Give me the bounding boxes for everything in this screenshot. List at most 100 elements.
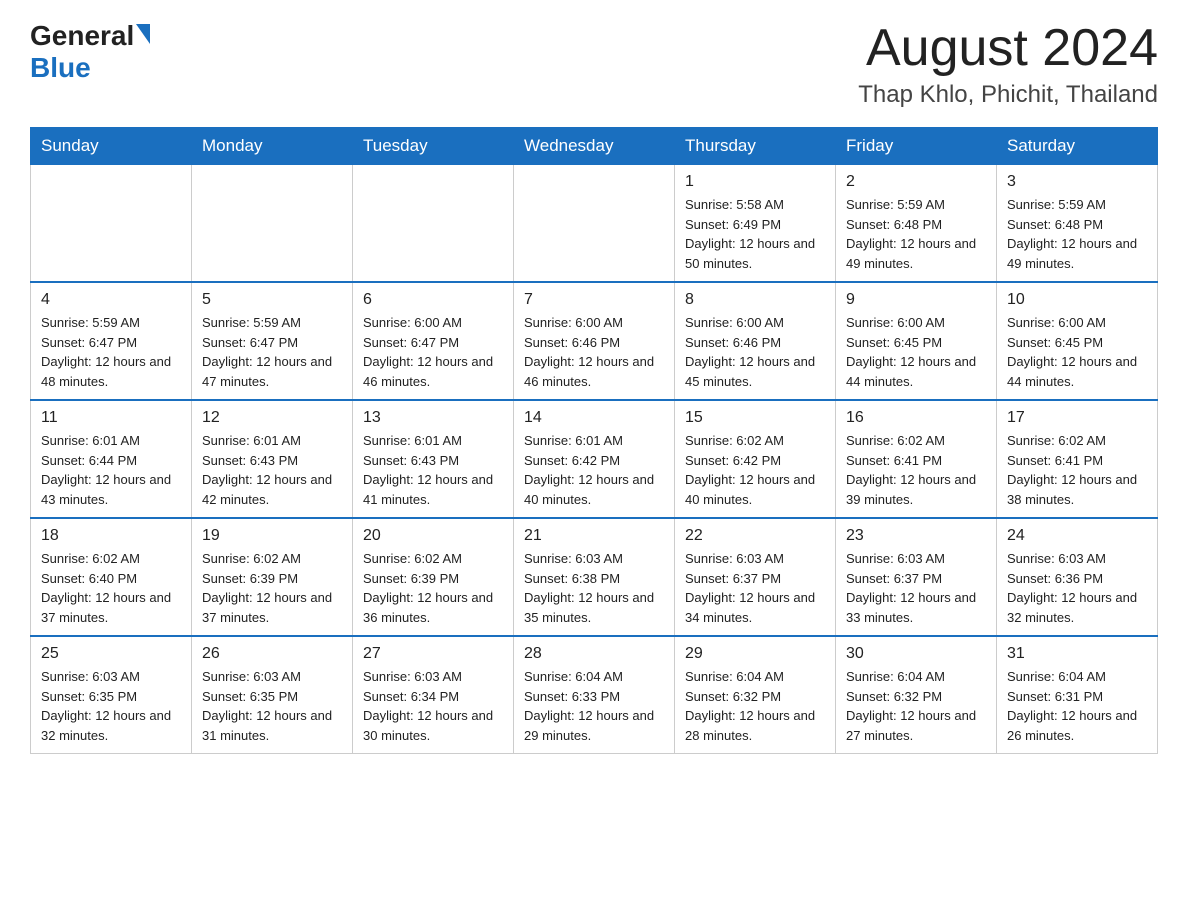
calendar-week-row: 18 Sunrise: 6:02 AM Sunset: 6:40 PM Dayli… (31, 518, 1158, 636)
calendar-cell (353, 165, 514, 283)
day-info: Sunrise: 6:04 AM Sunset: 6:33 PM Dayligh… (524, 667, 664, 745)
page-header: General Blue August 2024 Thap Khlo, Phic… (30, 20, 1158, 109)
day-number: 18 (41, 527, 181, 545)
location-title: Thap Khlo, Phichit, Thailand (858, 81, 1158, 109)
calendar-cell: 3 Sunrise: 5:59 AM Sunset: 6:48 PM Daylig… (997, 165, 1158, 283)
day-number: 23 (846, 527, 986, 545)
calendar-cell: 21Sunrise: 6:03 AM Sunset: 6:38 PM Dayli… (514, 518, 675, 636)
calendar-cell: 14Sunrise: 6:01 AM Sunset: 6:42 PM Dayli… (514, 400, 675, 518)
calendar-cell: 5 Sunrise: 5:59 AM Sunset: 6:47 PM Daylig… (192, 282, 353, 400)
day-number: 10 (1007, 291, 1147, 309)
day-info: Sunrise: 6:01 AM Sunset: 6:43 PM Dayligh… (363, 431, 503, 509)
day-info: Sunrise: 6:04 AM Sunset: 6:32 PM Dayligh… (846, 667, 986, 745)
day-info: Sunrise: 6:02 AM Sunset: 6:40 PM Dayligh… (41, 549, 181, 627)
day-info: Sunrise: 6:03 AM Sunset: 6:35 PM Dayligh… (202, 667, 342, 745)
calendar-header-row: SundayMondayTuesdayWednesdayThursdayFrid… (31, 128, 1158, 165)
calendar-cell (31, 165, 192, 283)
day-number: 27 (363, 645, 503, 663)
day-info: Sunrise: 6:00 AM Sunset: 6:47 PM Dayligh… (363, 313, 503, 391)
day-of-week-friday: Friday (836, 128, 997, 165)
day-number: 29 (685, 645, 825, 663)
calendar-cell: 17 Sunrise: 6:02 AM Sunset: 6:41 PM Dayli… (997, 400, 1158, 518)
day-info: Sunrise: 6:04 AM Sunset: 6:31 PM Dayligh… (1007, 667, 1147, 745)
day-number: 7 (524, 291, 664, 309)
day-of-week-tuesday: Tuesday (353, 128, 514, 165)
day-number: 4 (41, 291, 181, 309)
day-number: 25 (41, 645, 181, 663)
calendar-week-row: 11 Sunrise: 6:01 AM Sunset: 6:44 PM Dayli… (31, 400, 1158, 518)
day-number: 6 (363, 291, 503, 309)
day-number: 12 (202, 409, 342, 427)
day-number: 15 (685, 409, 825, 427)
calendar-cell: 13 Sunrise: 6:01 AM Sunset: 6:43 PM Dayli… (353, 400, 514, 518)
day-number: 1 (685, 173, 825, 191)
day-info: Sunrise: 6:03 AM Sunset: 6:38 PM Dayligh… (524, 549, 664, 627)
day-of-week-wednesday: Wednesday (514, 128, 675, 165)
calendar-cell: 8Sunrise: 6:00 AM Sunset: 6:46 PM Daylig… (675, 282, 836, 400)
day-info: Sunrise: 6:02 AM Sunset: 6:39 PM Dayligh… (363, 549, 503, 627)
calendar-cell (514, 165, 675, 283)
day-info: Sunrise: 5:59 AM Sunset: 6:48 PM Dayligh… (846, 195, 986, 273)
calendar-cell: 19 Sunrise: 6:02 AM Sunset: 6:39 PM Dayli… (192, 518, 353, 636)
calendar-week-row: 4 Sunrise: 5:59 AM Sunset: 6:47 PM Daylig… (31, 282, 1158, 400)
calendar-cell: 24Sunrise: 6:03 AM Sunset: 6:36 PM Dayli… (997, 518, 1158, 636)
calendar-cell: 9 Sunrise: 6:00 AM Sunset: 6:45 PM Daylig… (836, 282, 997, 400)
day-of-week-thursday: Thursday (675, 128, 836, 165)
day-info: Sunrise: 6:04 AM Sunset: 6:32 PM Dayligh… (685, 667, 825, 745)
calendar-cell: 12Sunrise: 6:01 AM Sunset: 6:43 PM Dayli… (192, 400, 353, 518)
logo-triangle-icon (136, 24, 150, 44)
calendar-cell: 4 Sunrise: 5:59 AM Sunset: 6:47 PM Daylig… (31, 282, 192, 400)
calendar-cell: 27 Sunrise: 6:03 AM Sunset: 6:34 PM Dayli… (353, 636, 514, 754)
day-number: 5 (202, 291, 342, 309)
day-number: 28 (524, 645, 664, 663)
calendar-cell: 6 Sunrise: 6:00 AM Sunset: 6:47 PM Daylig… (353, 282, 514, 400)
day-info: Sunrise: 6:03 AM Sunset: 6:36 PM Dayligh… (1007, 549, 1147, 627)
day-number: 2 (846, 173, 986, 191)
day-number: 9 (846, 291, 986, 309)
logo-blue: Blue (30, 52, 91, 84)
day-info: Sunrise: 5:59 AM Sunset: 6:47 PM Dayligh… (202, 313, 342, 391)
day-info: Sunrise: 6:01 AM Sunset: 6:44 PM Dayligh… (41, 431, 181, 509)
day-number: 3 (1007, 173, 1147, 191)
day-number: 30 (846, 645, 986, 663)
calendar-cell: 26Sunrise: 6:03 AM Sunset: 6:35 PM Dayli… (192, 636, 353, 754)
calendar-week-row: 25 Sunrise: 6:03 AM Sunset: 6:35 PM Dayli… (31, 636, 1158, 754)
calendar-cell: 25Sunrise: 6:03 AM Sunset: 6:35 PM Dayli… (31, 636, 192, 754)
day-info: Sunrise: 5:58 AM Sunset: 6:49 PM Dayligh… (685, 195, 825, 273)
day-number: 31 (1007, 645, 1147, 663)
day-info: Sunrise: 6:03 AM Sunset: 6:34 PM Dayligh… (363, 667, 503, 745)
day-info: Sunrise: 5:59 AM Sunset: 6:48 PM Dayligh… (1007, 195, 1147, 273)
logo-general: General (30, 20, 134, 52)
day-info: Sunrise: 5:59 AM Sunset: 6:47 PM Dayligh… (41, 313, 181, 391)
day-number: 19 (202, 527, 342, 545)
day-number: 17 (1007, 409, 1147, 427)
calendar-cell: 1 Sunrise: 5:58 AM Sunset: 6:49 PM Daylig… (675, 165, 836, 283)
calendar-cell: 10 Sunrise: 6:00 AM Sunset: 6:45 PM Dayli… (997, 282, 1158, 400)
day-number: 13 (363, 409, 503, 427)
calendar-cell: 30 Sunrise: 6:04 AM Sunset: 6:32 PM Dayli… (836, 636, 997, 754)
day-number: 11 (41, 409, 181, 427)
day-of-week-monday: Monday (192, 128, 353, 165)
calendar-cell: 31 Sunrise: 6:04 AM Sunset: 6:31 PM Dayli… (997, 636, 1158, 754)
day-info: Sunrise: 6:00 AM Sunset: 6:46 PM Dayligh… (524, 313, 664, 391)
day-number: 20 (363, 527, 503, 545)
day-info: Sunrise: 6:02 AM Sunset: 6:41 PM Dayligh… (1007, 431, 1147, 509)
calendar-cell: 11 Sunrise: 6:01 AM Sunset: 6:44 PM Dayli… (31, 400, 192, 518)
day-info: Sunrise: 6:02 AM Sunset: 6:39 PM Dayligh… (202, 549, 342, 627)
day-info: Sunrise: 6:01 AM Sunset: 6:42 PM Dayligh… (524, 431, 664, 509)
calendar-cell: 2 Sunrise: 5:59 AM Sunset: 6:48 PM Daylig… (836, 165, 997, 283)
day-number: 22 (685, 527, 825, 545)
title-area: August 2024 Thap Khlo, Phichit, Thailand (858, 20, 1158, 109)
calendar-cell (192, 165, 353, 283)
calendar-week-row: 1 Sunrise: 5:58 AM Sunset: 6:49 PM Daylig… (31, 165, 1158, 283)
calendar-cell: 22 Sunrise: 6:03 AM Sunset: 6:37 PM Dayli… (675, 518, 836, 636)
calendar-cell: 28 Sunrise: 6:04 AM Sunset: 6:33 PM Dayli… (514, 636, 675, 754)
calendar-table: SundayMondayTuesdayWednesdayThursdayFrid… (30, 127, 1158, 754)
day-info: Sunrise: 6:03 AM Sunset: 6:37 PM Dayligh… (685, 549, 825, 627)
day-info: Sunrise: 6:02 AM Sunset: 6:41 PM Dayligh… (846, 431, 986, 509)
day-info: Sunrise: 6:00 AM Sunset: 6:45 PM Dayligh… (1007, 313, 1147, 391)
day-of-week-sunday: Sunday (31, 128, 192, 165)
day-info: Sunrise: 6:00 AM Sunset: 6:45 PM Dayligh… (846, 313, 986, 391)
day-number: 16 (846, 409, 986, 427)
calendar-cell: 20 Sunrise: 6:02 AM Sunset: 6:39 PM Dayli… (353, 518, 514, 636)
